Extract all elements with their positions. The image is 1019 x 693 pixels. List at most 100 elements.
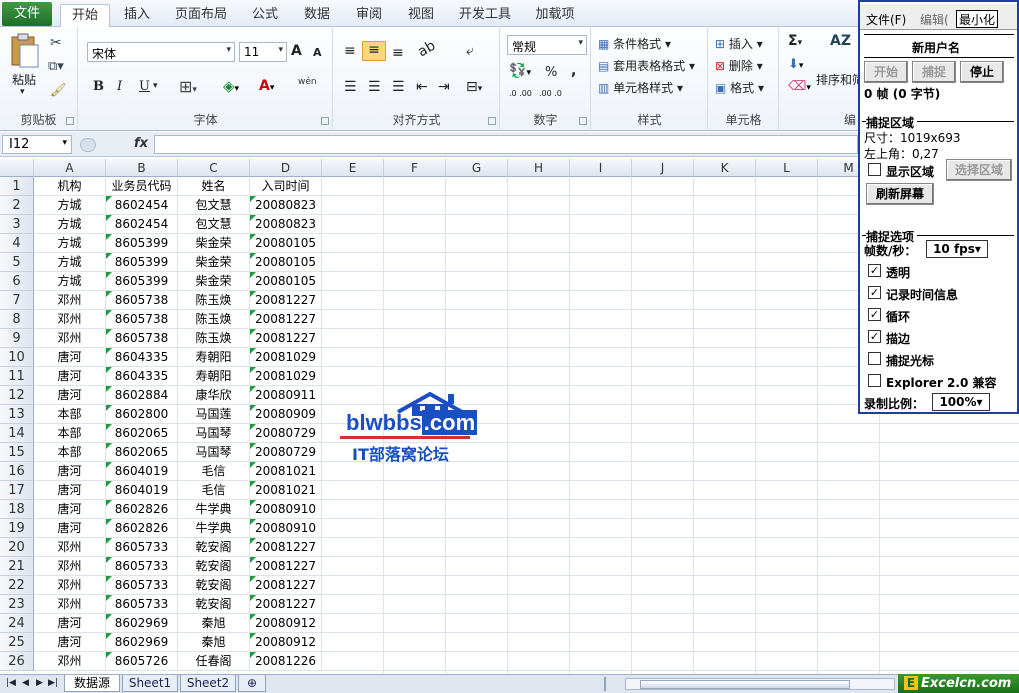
row-header[interactable]: 12 — [0, 386, 34, 405]
percent-button[interactable]: % — [545, 65, 557, 80]
font-name-select[interactable]: 宋体 ▾ — [87, 42, 235, 62]
select-area-button[interactable]: 选择区域 — [946, 159, 1012, 181]
tab-data[interactable]: 数据 — [296, 4, 338, 27]
scale-select[interactable]: 100%▾ — [932, 393, 990, 411]
font-launcher-icon[interactable] — [321, 117, 329, 125]
tab-page-layout[interactable]: 页面布局 — [168, 4, 234, 27]
error-indicator-icon[interactable] — [250, 329, 256, 335]
cell-b[interactable]: 8605399 — [106, 272, 178, 291]
horizontal-scrollbar[interactable] — [625, 678, 895, 690]
cell-d[interactable]: 20080912 — [250, 633, 322, 652]
error-indicator-icon[interactable] — [250, 652, 256, 658]
paste-dropdown-icon[interactable]: ▾ — [20, 87, 25, 97]
clear-icon[interactable]: ⌫▾ — [788, 79, 811, 94]
cell-c[interactable]: 柴金荣 — [178, 272, 250, 291]
decrease-indent-icon[interactable]: ⇤ — [416, 79, 428, 95]
cell-c[interactable]: 柴金荣 — [178, 234, 250, 253]
font-size-select[interactable]: 11 ▾ — [239, 42, 287, 62]
currency-icon[interactable]: 💱▾ — [509, 63, 531, 79]
increase-decimal-icon[interactable]: .0 .00 — [509, 89, 535, 98]
cell-a[interactable]: 唐河 — [34, 462, 106, 481]
cell-a[interactable]: 唐河 — [34, 614, 106, 633]
shrink-font-icon[interactable]: A — [313, 46, 322, 59]
error-indicator-icon[interactable] — [106, 481, 112, 487]
column-header-g[interactable]: G — [446, 159, 508, 177]
row-header[interactable]: 7 — [0, 291, 34, 310]
grow-font-icon[interactable]: A — [291, 43, 302, 59]
cell-a[interactable]: 唐河 — [34, 500, 106, 519]
cell-c[interactable]: 任春阁 — [178, 652, 250, 671]
row-header[interactable]: 18 — [0, 500, 34, 519]
error-indicator-icon[interactable] — [250, 310, 256, 316]
cell-c[interactable]: 牛学典 — [178, 500, 250, 519]
row-header[interactable]: 26 — [0, 652, 34, 671]
cell-d[interactable]: 20080105 — [250, 234, 322, 253]
cell-a[interactable]: 方城 — [34, 272, 106, 291]
error-indicator-icon[interactable] — [250, 576, 256, 582]
align-middle-icon[interactable]: ≡ — [362, 41, 386, 61]
error-indicator-icon[interactable] — [250, 405, 256, 411]
cell-d[interactable]: 20080105 — [250, 272, 322, 291]
cell-b[interactable]: 8602826 — [106, 519, 178, 538]
tab-review[interactable]: 审阅 — [348, 4, 390, 27]
cell-b[interactable]: 8602884 — [106, 386, 178, 405]
format-painter-icon[interactable]: 🖌 — [50, 83, 67, 98]
capture-cursor-checkbox[interactable] — [868, 352, 881, 365]
error-indicator-icon[interactable] — [106, 329, 112, 335]
format-cells-button[interactable]: ▣ 格式 ▾ — [715, 79, 764, 96]
error-indicator-icon[interactable] — [250, 348, 256, 354]
cell-d[interactable]: 20081227 — [250, 595, 322, 614]
cell-b[interactable]: 8602969 — [106, 633, 178, 652]
column-header-f[interactable]: F — [384, 159, 446, 177]
row-header[interactable]: 6 — [0, 272, 34, 291]
cell-c[interactable]: 包文慧 — [178, 196, 250, 215]
align-bottom-icon[interactable]: ≡ — [392, 45, 404, 61]
column-header-d[interactable]: D — [250, 159, 322, 177]
error-indicator-icon[interactable] — [106, 253, 112, 259]
tab-home[interactable]: 开始 — [60, 4, 110, 27]
cell-a[interactable]: 邓州 — [34, 595, 106, 614]
cell-a[interactable]: 方城 — [34, 196, 106, 215]
cell-d[interactable]: 20081227 — [250, 557, 322, 576]
error-indicator-icon[interactable] — [250, 253, 256, 259]
cell-a[interactable]: 方城 — [34, 234, 106, 253]
error-indicator-icon[interactable] — [106, 367, 112, 373]
tab-insert[interactable]: 插入 — [115, 4, 159, 27]
error-indicator-icon[interactable] — [106, 462, 112, 468]
error-indicator-icon[interactable] — [106, 348, 112, 354]
cell-c[interactable]: 马国琴 — [178, 424, 250, 443]
cell-c[interactable]: 乾安阁 — [178, 576, 250, 595]
row-header[interactable]: 20 — [0, 538, 34, 557]
cell-b[interactable]: 8602826 — [106, 500, 178, 519]
cell-d[interactable]: 20080823 — [250, 196, 322, 215]
align-top-icon[interactable]: ≡ — [344, 43, 356, 59]
cell-c[interactable]: 马国琴 — [178, 443, 250, 462]
error-indicator-icon[interactable] — [250, 519, 256, 525]
row-header[interactable]: 16 — [0, 462, 34, 481]
column-header-a[interactable]: A — [34, 159, 106, 177]
error-indicator-icon[interactable] — [106, 614, 112, 620]
error-indicator-icon[interactable] — [250, 443, 256, 449]
row-header[interactable]: 14 — [0, 424, 34, 443]
cell-b[interactable]: 8605733 — [106, 538, 178, 557]
error-indicator-icon[interactable] — [250, 595, 256, 601]
border-icon[interactable]: ⊞▾ — [179, 77, 197, 96]
delete-cells-button[interactable]: ⊠ 删除 ▾ — [715, 57, 763, 74]
bold-button[interactable]: B — [93, 79, 104, 94]
cell-b[interactable]: 8602454 — [106, 215, 178, 234]
explorer-compat-checkbox[interactable] — [868, 374, 881, 387]
row-header[interactable]: 24 — [0, 614, 34, 633]
cell-d[interactable]: 20081227 — [250, 538, 322, 557]
underline-button[interactable]: U — [139, 79, 150, 94]
increase-indent-icon[interactable]: ⇥ — [438, 79, 450, 95]
error-indicator-icon[interactable] — [250, 424, 256, 430]
cell-c[interactable]: 寿朝阳 — [178, 367, 250, 386]
fill-color-icon[interactable]: ◈▾ — [223, 77, 239, 95]
error-indicator-icon[interactable] — [250, 462, 256, 468]
recorder-menu-edit[interactable]: 编辑( — [920, 11, 949, 28]
cell-c[interactable]: 毛信 — [178, 481, 250, 500]
minimize-button[interactable]: 最小化 — [956, 10, 999, 28]
error-indicator-icon[interactable] — [250, 633, 256, 639]
cell-d[interactable]: 入司时间 — [250, 177, 322, 196]
fps-select[interactable]: 10 fps▾ — [926, 240, 988, 258]
